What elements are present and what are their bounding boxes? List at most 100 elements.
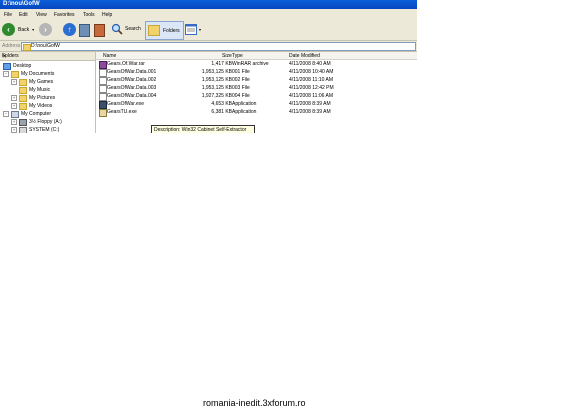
tree-item-my-documents[interactable]: − My Documents (3, 70, 54, 78)
menu-favorites[interactable]: Favorites (54, 12, 75, 18)
menu-edit[interactable]: Edit (19, 12, 28, 18)
folder-icon (23, 44, 31, 51)
tree-item-my-games[interactable]: + My Games (11, 78, 53, 86)
tooltip-text: Description: Win32 Cabinet Self-Extracto… (154, 127, 247, 133)
chevron-down-icon: ▾ (199, 27, 202, 32)
tree-item-my-videos[interactable]: + My Videos (11, 102, 52, 110)
copy-to-icon (94, 24, 105, 37)
table-row[interactable]: GearsOfWar.exe 4,653 KB Application 4/11… (96, 100, 417, 109)
folders-pane-header: Folders ✕ (0, 52, 95, 61)
file-name: GearsOfWar.Data.003 (107, 85, 157, 91)
table-row[interactable]: GearsOfWar.Data.004 1,927,325 KB 004 Fil… (96, 92, 417, 101)
window-title: D:\nou\GofW (3, 1, 40, 7)
expand-icon[interactable]: + (11, 127, 17, 133)
toolbar: ‹ Back ▾ › ↑ Search Folders ▾ (0, 20, 417, 41)
up-folder-button[interactable]: ↑ (63, 23, 76, 36)
file-list: Name Size Type Date Modified Gears.Of.Wa… (96, 52, 417, 133)
tree-item-label: My Pictures (29, 95, 56, 101)
file-date: 4/11/2008 11:06 AM (289, 93, 334, 99)
file-date: 4/11/2008 10:40 AM (289, 69, 334, 75)
installer-icon (99, 109, 107, 117)
tree-item-my-pictures[interactable]: + My Pictures (11, 94, 55, 102)
drive-icon (19, 126, 27, 133)
folder-icon (19, 102, 27, 110)
table-row[interactable]: Gears.Of.War.rar 1,417 KB WinRAR archive… (96, 60, 417, 69)
menu-view[interactable]: View (36, 12, 47, 18)
close-icon[interactable]: ✕ (2, 53, 92, 60)
forward-button[interactable]: › (39, 23, 52, 36)
forward-arrow-icon: › (39, 23, 52, 36)
file-type: Application (232, 109, 257, 115)
file-date: 4/11/2008 11:10 AM (289, 77, 334, 83)
file-size: 1,417 KB (211, 61, 232, 67)
file-date: 4/11/2008 8:39 AM (289, 109, 331, 115)
search-label: Search (125, 26, 141, 32)
folders-pane: Folders ✕ Desktop − My Documents + My Ga… (0, 52, 96, 133)
column-header-name[interactable]: Name (103, 53, 116, 59)
chevron-down-icon: ▾ (32, 27, 35, 32)
search-button[interactable]: Search (111, 23, 141, 35)
file-date: 4/11/2008 8:40 AM (289, 61, 331, 67)
collapse-icon[interactable]: − (3, 111, 9, 117)
expand-icon[interactable]: + (11, 119, 17, 125)
expand-icon[interactable]: + (11, 79, 17, 85)
table-row[interactable]: GearsTU.exe 6,381 KB Application 4/11/20… (96, 108, 417, 117)
tree-item-desktop[interactable]: Desktop (3, 62, 31, 70)
file-size: 6,381 KB (211, 109, 232, 115)
folder-icon (11, 70, 19, 78)
table-row[interactable]: GearsOfWar.Data.002 1,953,125 KB 002 Fil… (96, 76, 417, 85)
file-size: 1,953,125 KB (201, 77, 232, 83)
menu-tools[interactable]: Tools (83, 12, 95, 18)
expand-icon[interactable]: + (11, 103, 17, 109)
menu-help[interactable]: Help (102, 12, 112, 18)
column-header-type[interactable]: Type (232, 53, 243, 59)
back-button[interactable]: ‹ Back ▾ (2, 23, 34, 36)
file-size: 4,653 KB (211, 101, 232, 107)
views-button[interactable]: ▾ (185, 24, 201, 35)
explorer-window: D:\nou\GofW File Edit View Favorites Too… (0, 0, 417, 133)
folders-button[interactable]: Folders (145, 21, 184, 40)
back-arrow-icon: ‹ (2, 23, 15, 36)
folder-icon (19, 78, 27, 86)
tree-item-label: 3½ Floppy (A:) (29, 119, 62, 125)
column-header-size[interactable]: Size (222, 53, 232, 59)
address-label: Address (2, 43, 21, 49)
file-size: 1,953,125 KB (201, 69, 232, 75)
floppy-icon (19, 118, 27, 126)
file-size: 1,953,125 KB (201, 85, 232, 91)
tree-item-label: My Documents (21, 71, 55, 77)
file-name: GearsOfWar.Data.002 (107, 77, 157, 83)
tree-item-my-computer[interactable]: − My Computer (3, 110, 51, 118)
tooltip: Description: Win32 Cabinet Self-Extracto… (151, 125, 255, 133)
folder-icon (19, 86, 27, 94)
table-row[interactable]: GearsOfWar.Data.001 1,953,125 KB 001 Fil… (96, 68, 417, 77)
menu-file[interactable]: File (4, 12, 12, 18)
computer-icon (11, 110, 19, 118)
title-bar[interactable]: D:\nou\GofW (0, 0, 417, 9)
file-size: 1,927,325 KB (201, 93, 232, 99)
desktop-icon (3, 62, 11, 70)
collapse-icon[interactable]: − (3, 71, 9, 77)
watermark-text: romania-inedit.3xforum.ro (203, 398, 306, 408)
file-type: Application (232, 101, 257, 107)
move-to-button[interactable] (79, 24, 90, 37)
table-row[interactable]: GearsOfWar.Data.003 1,953,125 KB 003 Fil… (96, 84, 417, 93)
file-type: 003 File (232, 85, 250, 91)
tree-item-floppy[interactable]: + 3½ Floppy (A:) (11, 118, 62, 126)
file-name: GearsTU.exe (107, 109, 137, 115)
file-name: GearsOfWar.Data.001 (107, 69, 157, 75)
copy-to-button[interactable] (94, 24, 105, 37)
file-name: Gears.Of.War.rar (107, 61, 145, 67)
tree-item-label: My Videos (29, 103, 53, 109)
tree-item-label: SYSTEM (C:) (29, 127, 60, 133)
tree-item-my-music[interactable]: My Music (19, 86, 50, 94)
back-label: Back (18, 26, 30, 33)
address-field[interactable]: D:\nou\GofW (21, 42, 416, 51)
file-date: 4/11/2008 8:39 AM (289, 101, 331, 107)
file-type: 004 File (232, 93, 250, 99)
column-header-date-modified[interactable]: Date Modified (289, 53, 320, 59)
file-type: 002 File (232, 77, 250, 83)
search-icon (111, 23, 123, 35)
tree-item-system-drive[interactable]: + SYSTEM (C:) (11, 126, 59, 133)
expand-icon[interactable]: + (11, 95, 17, 101)
